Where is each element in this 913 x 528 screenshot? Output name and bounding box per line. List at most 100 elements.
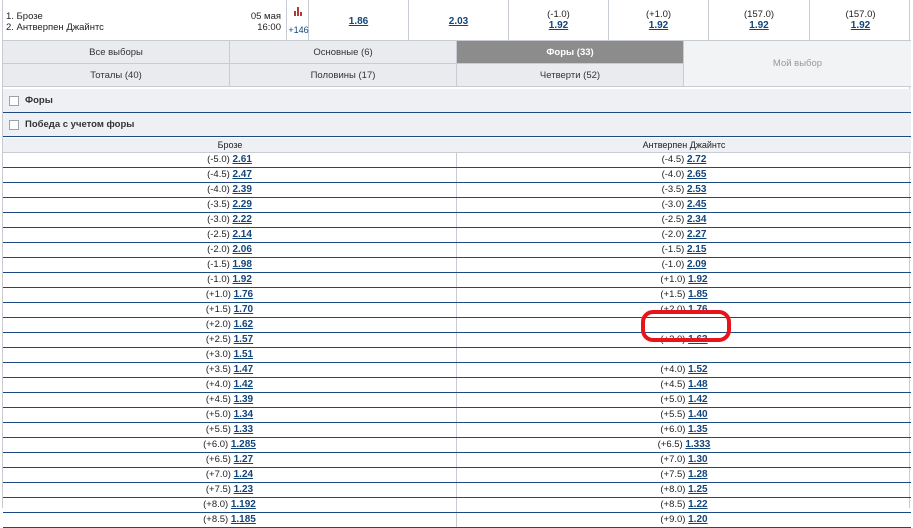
tab-handicaps[interactable]: Форы (33): [457, 41, 684, 64]
handicap-cell-team-1: (-1.5) 1.98: [3, 258, 457, 272]
table-row: (+2.5) 1.57 (+3.0) 1.63: [3, 333, 911, 348]
odds-link[interactable]: 1.98: [232, 259, 251, 270]
odds-link[interactable]: 2.65: [687, 169, 706, 180]
odds-link[interactable]: 2.39: [232, 184, 251, 195]
handicap-cell-team-2: (-4.0) 2.65: [457, 168, 911, 182]
odds-link[interactable]: 2.53: [687, 184, 706, 195]
tab-all[interactable]: Все выборы: [3, 41, 230, 64]
section-checkbox[interactable]: [9, 120, 19, 130]
odds-total-over[interactable]: 1.92: [749, 20, 768, 31]
odds-link[interactable]: 1.20: [688, 514, 707, 525]
team-1-name: 1. Брозе: [6, 11, 43, 22]
odds-link[interactable]: 2.09: [687, 259, 706, 270]
table-row: (-1.5) 1.98 (-1.0) 2.09: [3, 258, 911, 273]
table-row: (+7.0) 1.24 (+7.5) 1.28: [3, 468, 911, 483]
table-body: (-5.0) 2.61 (-4.5) 2.72 (-4.5) 2.47 (-4.0) …: [3, 153, 911, 528]
odds-link[interactable]: 2.15: [687, 244, 706, 255]
odds-link[interactable]: 2.47: [232, 169, 251, 180]
handicap-value: (-5.0): [207, 154, 230, 165]
handicap-value: (+2.0): [205, 319, 231, 330]
odds-link[interactable]: 2.06: [232, 244, 251, 255]
odds-link[interactable]: 1.185: [231, 514, 256, 525]
odds-link[interactable]: 2.34: [687, 214, 706, 225]
handicap-value: (-2.5): [661, 214, 685, 225]
odds-link[interactable]: 1.40: [688, 409, 707, 420]
odds-link[interactable]: 2.27: [687, 229, 706, 240]
odds-handicap-2[interactable]: 1.92: [649, 20, 668, 31]
table-row: (-2.0) 2.06 (-1.5) 2.15: [3, 243, 911, 258]
table-row: (+3.5) 1.47 (+4.0) 1.52: [3, 363, 911, 378]
odds-link[interactable]: 1.27: [234, 454, 253, 465]
odds-link[interactable]: 1.92: [232, 274, 251, 285]
odds-link[interactable]: 2.45: [687, 199, 706, 210]
handicap-cell-team-1: (+8.5) 1.185: [3, 513, 457, 527]
odds-link[interactable]: 1.92: [688, 274, 707, 285]
odds-link[interactable]: 1.51: [234, 349, 253, 360]
section-handicaps[interactable]: Форы: [3, 89, 911, 113]
handicap-cell-team-2: (-2.5) 2.34: [457, 213, 911, 227]
bar-chart-icon[interactable]: [292, 6, 304, 16]
odds-handicap-1[interactable]: 1.92: [549, 20, 568, 31]
handicap-cell-team-1: (+7.0) 1.24: [3, 468, 457, 482]
column-header-team-2: Антверпен Джайнтс: [642, 140, 726, 150]
handicap-value: (+4.0): [205, 379, 231, 390]
tab-main[interactable]: Основные (6): [230, 41, 457, 64]
handicap-1-value: (-1.0): [547, 9, 570, 20]
odds-link[interactable]: 1.25: [688, 484, 707, 495]
handicap-value: (-1.0): [207, 274, 230, 285]
odds-cell-5: (157.0) 1.92: [709, 0, 810, 40]
odds-link[interactable]: 1.39: [234, 394, 253, 405]
handicap-value: (-2.0): [207, 244, 230, 255]
odds-link[interactable]: 1.285: [231, 439, 256, 450]
section-win-handicap[interactable]: Победа с учетом форы: [3, 113, 911, 137]
handicap-cell-team-1: (-5.0) 2.61: [3, 153, 457, 167]
handicap-value: (+1.5): [205, 304, 231, 315]
handicap-cell-team-2: (+6.5) 1.333: [457, 438, 911, 452]
total-over-value: (157.0): [743, 9, 775, 20]
odds-link[interactable]: 1.42: [234, 379, 253, 390]
odds-link[interactable]: 1.85: [688, 289, 707, 300]
odds-link[interactable]: 2.22: [232, 214, 251, 225]
odds-total-under[interactable]: 1.92: [851, 20, 870, 31]
tab-halves[interactable]: Половины (17): [230, 64, 457, 87]
table-row: (+4.0) 1.42 (+4.5) 1.48: [3, 378, 911, 393]
tab-my-choice[interactable]: Мой выбор: [684, 41, 911, 87]
table-row: (+5.0) 1.34 (+5.5) 1.40: [3, 408, 911, 423]
handicap-cell-team-2: (+8.5) 1.22: [457, 498, 911, 512]
table-row: (+2.0) 1.62: [3, 318, 911, 333]
odds-link[interactable]: 1.24: [234, 469, 253, 480]
tab-quarters[interactable]: Четверти (52): [457, 64, 684, 87]
odds-link[interactable]: 1.333: [685, 439, 710, 450]
odds-link[interactable]: 2.72: [687, 154, 706, 165]
odds-link[interactable]: 1.192: [231, 499, 256, 510]
odds-link[interactable]: 1.30: [688, 454, 707, 465]
odds-link[interactable]: 1.35: [688, 424, 707, 435]
odds-link[interactable]: 2.29: [232, 199, 251, 210]
table-row: (-5.0) 2.61 (-4.5) 2.72: [3, 153, 911, 168]
handicap-cell-team-2: (+9.0) 1.20: [457, 513, 911, 527]
odds-link[interactable]: 1.57: [234, 334, 253, 345]
handicap-cell-team-1: (+2.0) 1.62: [3, 318, 457, 332]
odds-link[interactable]: 1.48: [688, 379, 707, 390]
odds-win-2[interactable]: 2.03: [449, 16, 468, 27]
odds-link[interactable]: 1.28: [688, 469, 707, 480]
section-checkbox[interactable]: [9, 96, 19, 106]
more-markets-link[interactable]: +146: [287, 25, 310, 35]
odds-link[interactable]: 1.42: [688, 394, 707, 405]
tab-totals[interactable]: Тоталы (40): [3, 64, 230, 87]
odds-link[interactable]: 1.23: [234, 484, 253, 495]
event-teams[interactable]: 1. Брозе 2. Антверпен Джайнтс: [6, 11, 104, 33]
handicap-cell-team-1: (+1.0) 1.76: [3, 288, 457, 302]
odds-link[interactable]: 1.76: [234, 289, 253, 300]
odds-link[interactable]: 2.61: [232, 154, 251, 165]
odds-link[interactable]: 1.52: [688, 364, 707, 375]
odds-link[interactable]: 1.70: [234, 304, 253, 315]
handicap-value: (-3.5): [207, 199, 230, 210]
odds-link[interactable]: 1.33: [234, 424, 253, 435]
odds-win-1[interactable]: 1.86: [349, 16, 368, 27]
odds-link[interactable]: 1.34: [234, 409, 253, 420]
odds-link[interactable]: 1.47: [234, 364, 253, 375]
odds-link[interactable]: 1.62: [234, 319, 253, 330]
odds-link[interactable]: 1.22: [688, 499, 707, 510]
odds-link[interactable]: 2.14: [232, 229, 251, 240]
